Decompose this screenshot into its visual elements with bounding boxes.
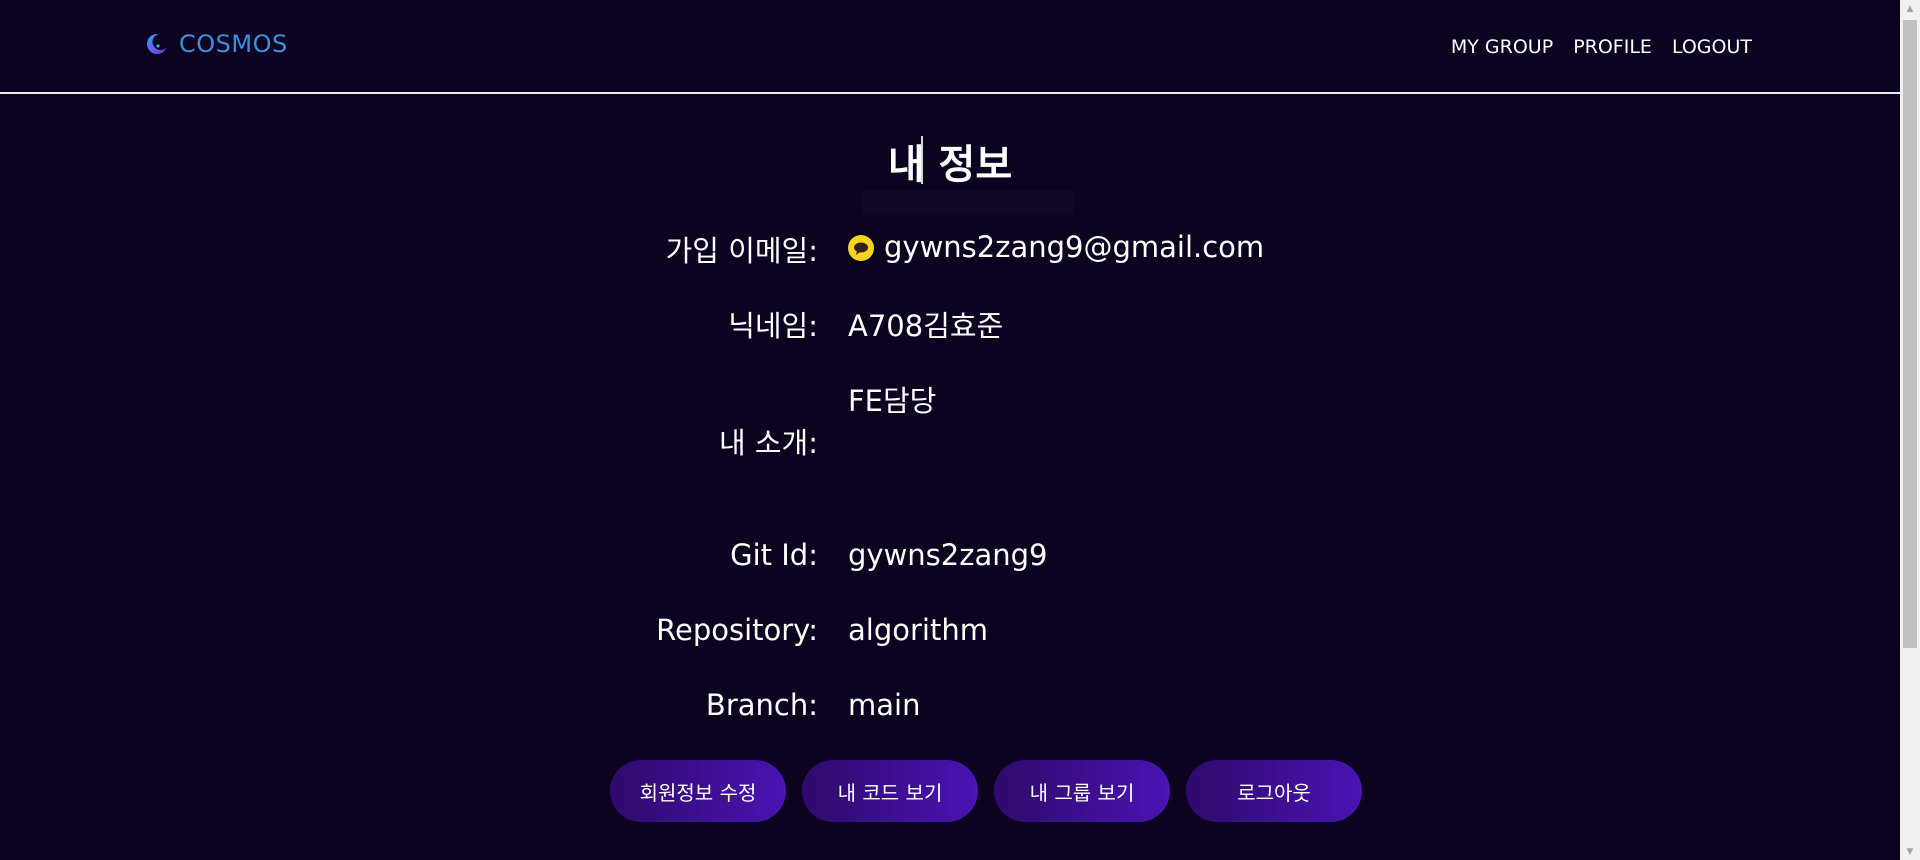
scroll-up-arrow-icon[interactable]: ▲ — [1900, 0, 1920, 17]
profile-page: COSMOS MY GROUP PROFILE LOGOUT 내 정보 가입 이… — [0, 0, 1920, 860]
view-my-code-button[interactable]: 내 코드 보기 — [802, 760, 978, 822]
email-value: gywns2zang9@gmail.com — [884, 230, 1265, 264]
git-id-value: gywns2zang9 — [848, 538, 1048, 572]
top-navbar: COSMOS MY GROUP PROFILE LOGOUT — [0, 0, 1900, 94]
branch-value: main — [848, 688, 921, 722]
main-nav: MY GROUP PROFILE LOGOUT — [1451, 36, 1752, 58]
intro-value: FE담당 — [848, 384, 937, 418]
kakao-icon — [848, 234, 874, 261]
scrollbar-thumb[interactable] — [1903, 20, 1917, 648]
brand-logo-link[interactable]: COSMOS — [145, 30, 288, 58]
crescent-planet-icon — [145, 32, 169, 56]
scroll-down-arrow-icon[interactable]: ▼ — [1900, 843, 1920, 860]
text-cursor — [921, 136, 923, 184]
git-id-label: Git Id: — [730, 538, 818, 572]
edit-profile-button[interactable]: 회원정보 수정 — [610, 760, 786, 822]
nickname-value: A708김효준 — [848, 309, 1004, 343]
email-value-wrap: gywns2zang9@gmail.com — [848, 230, 1264, 264]
intro-label: 내 소개: — [718, 426, 818, 460]
nickname-label: 닉네임: — [728, 309, 818, 343]
branch-label: Branch: — [705, 688, 818, 722]
email-label: 가입 이메일: — [665, 234, 818, 268]
brand-name: COSMOS — [179, 30, 288, 58]
repository-value: algorithm — [848, 613, 988, 647]
nav-logout[interactable]: LOGOUT — [1672, 36, 1752, 58]
nav-my-group[interactable]: MY GROUP — [1451, 36, 1553, 58]
title-underline — [862, 191, 1074, 213]
vertical-scrollbar[interactable]: ▲ ▼ — [1900, 0, 1920, 860]
action-buttons: 회원정보 수정 내 코드 보기 내 그룹 보기 로그아웃 — [610, 760, 1362, 822]
repository-label: Repository: — [656, 613, 818, 647]
page-title: 내 정보 — [887, 142, 1013, 188]
view-my-group-button[interactable]: 내 그룹 보기 — [994, 760, 1170, 822]
logout-button[interactable]: 로그아웃 — [1186, 760, 1362, 822]
nav-profile[interactable]: PROFILE — [1573, 36, 1652, 58]
